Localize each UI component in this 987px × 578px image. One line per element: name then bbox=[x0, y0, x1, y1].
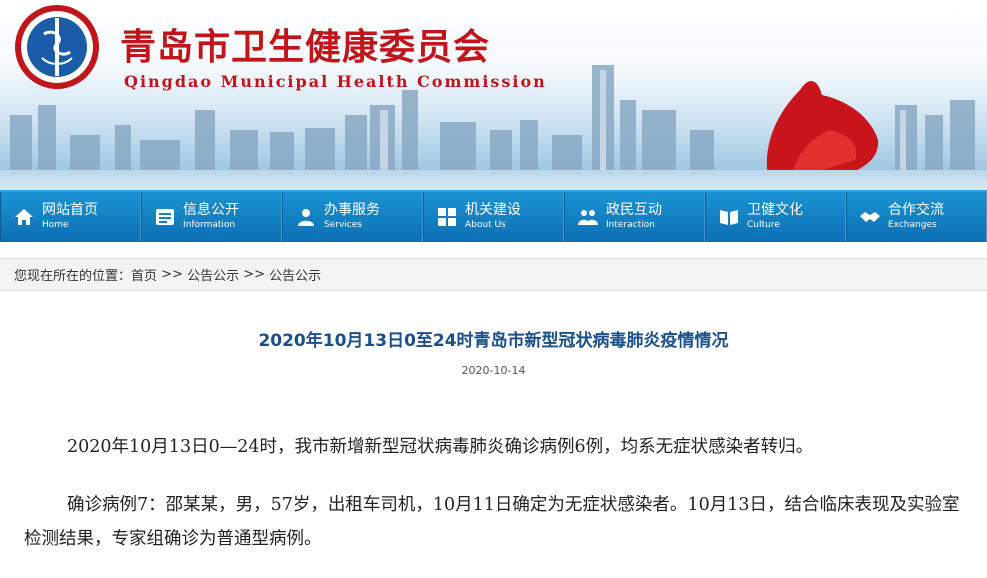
nav-label: 网站首页 bbox=[42, 202, 98, 219]
header-banner: 青岛市卫生健康委员会 Qingdao Municipal Health Comm… bbox=[0, 0, 987, 190]
list-icon bbox=[156, 209, 174, 225]
nav-label-en: Interaction bbox=[606, 219, 655, 230]
nav-label-en: Culture bbox=[747, 219, 780, 230]
commission-logo bbox=[15, 5, 99, 89]
accessibility-link[interactable]: 无障碍 bbox=[945, 0, 981, 13]
nav-item-culture[interactable]: 卫健文化 Culture bbox=[705, 192, 846, 242]
main-nav: 网站首页 Home 信息公开 Information 办事服务 Services 机关… bbox=[0, 190, 987, 242]
breadcrumb: 您现在所在的位置： 首页 >> 公告公示 >> 公告公示 bbox=[0, 258, 987, 291]
nav-label: 信息公开 bbox=[183, 202, 239, 219]
nav-label-en: Information bbox=[183, 219, 236, 230]
nav-item-home[interactable]: 网站首页 Home bbox=[0, 192, 141, 242]
article-paragraph: 确诊病例7：邵某某，男，57岁，出租车司机，10月11日确定为无症状感染者。10… bbox=[24, 495, 960, 549]
breadcrumb-link-notice[interactable]: 公告公示 bbox=[187, 265, 239, 284]
waterfront bbox=[0, 170, 987, 190]
article-paragraph: 2020年10月13日0—24时，我市新增新型冠状病毒肺炎确诊病例6例，均系无症… bbox=[67, 437, 814, 457]
breadcrumb-label: 您现在所在的位置： bbox=[14, 269, 132, 284]
person-icon bbox=[298, 209, 314, 226]
grid-icon bbox=[438, 208, 456, 226]
nav-label: 办事服务 bbox=[324, 202, 380, 219]
nav-label-en: About Us bbox=[465, 219, 506, 230]
home-icon bbox=[15, 209, 33, 225]
nav-label-en: Services bbox=[324, 219, 362, 230]
nav-label: 合作交流 bbox=[888, 202, 944, 219]
breadcrumb-link-home[interactable]: 首页 bbox=[131, 265, 157, 284]
article-content: 2020年10月13日0至24时青岛市新型冠状病毒肺炎疫情情况 2020-10-… bbox=[0, 292, 987, 578]
handshake-icon bbox=[860, 212, 880, 222]
nav-label-en: Home bbox=[42, 219, 69, 230]
breadcrumb-separator: >> bbox=[239, 267, 270, 282]
site-title: 青岛市卫生健康委员会 bbox=[120, 26, 491, 68]
people-icon bbox=[578, 210, 598, 225]
nav-label: 卫健文化 bbox=[747, 202, 803, 219]
nav-label-en: Exchanges bbox=[888, 219, 937, 230]
breadcrumb-separator: >> bbox=[157, 267, 188, 282]
article-title: 2020年10月13日0至24时青岛市新型冠状病毒肺炎疫情情况 bbox=[258, 331, 729, 351]
breadcrumb-link-current[interactable]: 公告公示 bbox=[269, 265, 321, 284]
nav-item-services[interactable]: 办事服务 Services bbox=[282, 192, 423, 242]
site-title-english: Qingdao Municipal Health Commission bbox=[124, 72, 547, 91]
nav-item-interaction[interactable]: 政民互动 Interaction bbox=[564, 192, 705, 242]
nav-item-information[interactable]: 信息公开 Information bbox=[141, 192, 282, 242]
nav-item-exchanges[interactable]: 合作交流 Exchanges bbox=[846, 192, 987, 242]
article-date: 2020-10-14 bbox=[461, 364, 526, 377]
nav-label: 政民互动 bbox=[606, 202, 662, 219]
book-icon bbox=[720, 210, 738, 225]
nav-item-about[interactable]: 机关建设 About Us bbox=[423, 192, 564, 242]
nav-label: 机关建设 bbox=[465, 202, 521, 219]
